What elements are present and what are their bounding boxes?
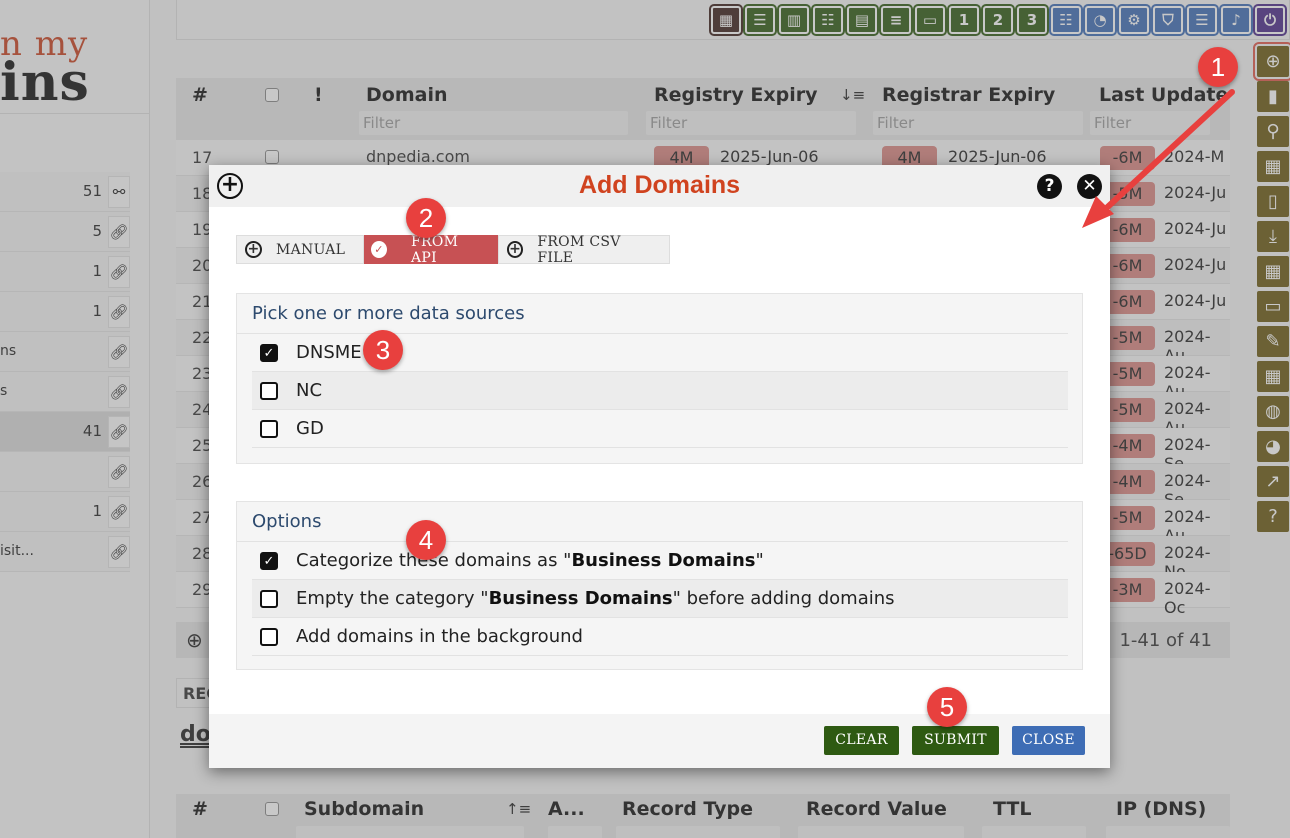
clear-button[interactable]: CLEAR: [824, 726, 899, 755]
option-label: Empty the category "Business Domains" be…: [296, 588, 895, 609]
modal-header: + Add Domains ? ✕: [209, 165, 1110, 207]
annotation-marker-2: 2: [406, 198, 446, 238]
check-circle-icon: ✓: [371, 241, 387, 258]
plus-circle-icon: +: [507, 241, 524, 258]
close-icon[interactable]: ✕: [1077, 174, 1102, 199]
dnsme-checkbox[interactable]: ✓: [260, 344, 278, 362]
option-label: Categorize these domains as "Business Do…: [296, 550, 764, 571]
plus-circle-icon: +: [245, 241, 262, 258]
tab-label: FROM API: [411, 233, 459, 266]
add-domains-modal: + Add Domains ? ✕ + MANUAL ✓ FROM API + …: [209, 165, 1110, 768]
empty-category-checkbox[interactable]: [260, 590, 278, 608]
source-option-gd[interactable]: GD: [252, 410, 1068, 448]
option-label: Add domains in the background: [296, 626, 583, 647]
source-option-nc[interactable]: NC: [252, 372, 1068, 410]
tab-from-api[interactable]: ✓ FROM API: [364, 233, 498, 266]
annotation-marker-1: 1: [1198, 47, 1238, 87]
background-checkbox[interactable]: [260, 628, 278, 646]
option-label: DNSME: [296, 342, 362, 363]
tab-from-csv-file[interactable]: + FROM CSV FILE: [498, 233, 670, 266]
nc-checkbox[interactable]: [260, 382, 278, 400]
options-section: Options ✓ Categorize these domains as "B…: [236, 501, 1083, 670]
annotation-marker-3: 3: [363, 330, 403, 370]
annotation-marker-4: 4: [406, 520, 446, 560]
option-label: GD: [296, 418, 324, 439]
data-sources-section: Pick one or more data sources ✓ DNSME NC…: [236, 293, 1083, 464]
gd-checkbox[interactable]: [260, 420, 278, 438]
tab-label: MANUAL: [276, 241, 346, 258]
tab-label: FROM CSV FILE: [537, 233, 621, 266]
option-categorize[interactable]: ✓ Categorize these domains as "Business …: [252, 542, 1068, 580]
tab-manual[interactable]: + MANUAL: [236, 235, 364, 264]
modal-footer: CLEAR SUBMIT CLOSE: [209, 714, 1110, 768]
option-label: NC: [296, 380, 323, 401]
source-tabs: + MANUAL ✓ FROM API + FROM CSV FILE: [236, 233, 670, 266]
close-button[interactable]: CLOSE: [1012, 726, 1085, 755]
option-empty-category[interactable]: Empty the category "Business Domains" be…: [252, 580, 1068, 618]
data-sources-title: Pick one or more data sources: [237, 294, 1068, 334]
modal-title: Add Domains: [578, 171, 741, 199]
categorize-checkbox[interactable]: ✓: [260, 552, 278, 570]
annotation-marker-5: 5: [927, 687, 967, 727]
options-title: Options: [237, 502, 1068, 542]
option-background[interactable]: Add domains in the background: [252, 618, 1068, 656]
submit-button[interactable]: SUBMIT: [912, 726, 999, 755]
help-icon[interactable]: ?: [1037, 174, 1062, 199]
